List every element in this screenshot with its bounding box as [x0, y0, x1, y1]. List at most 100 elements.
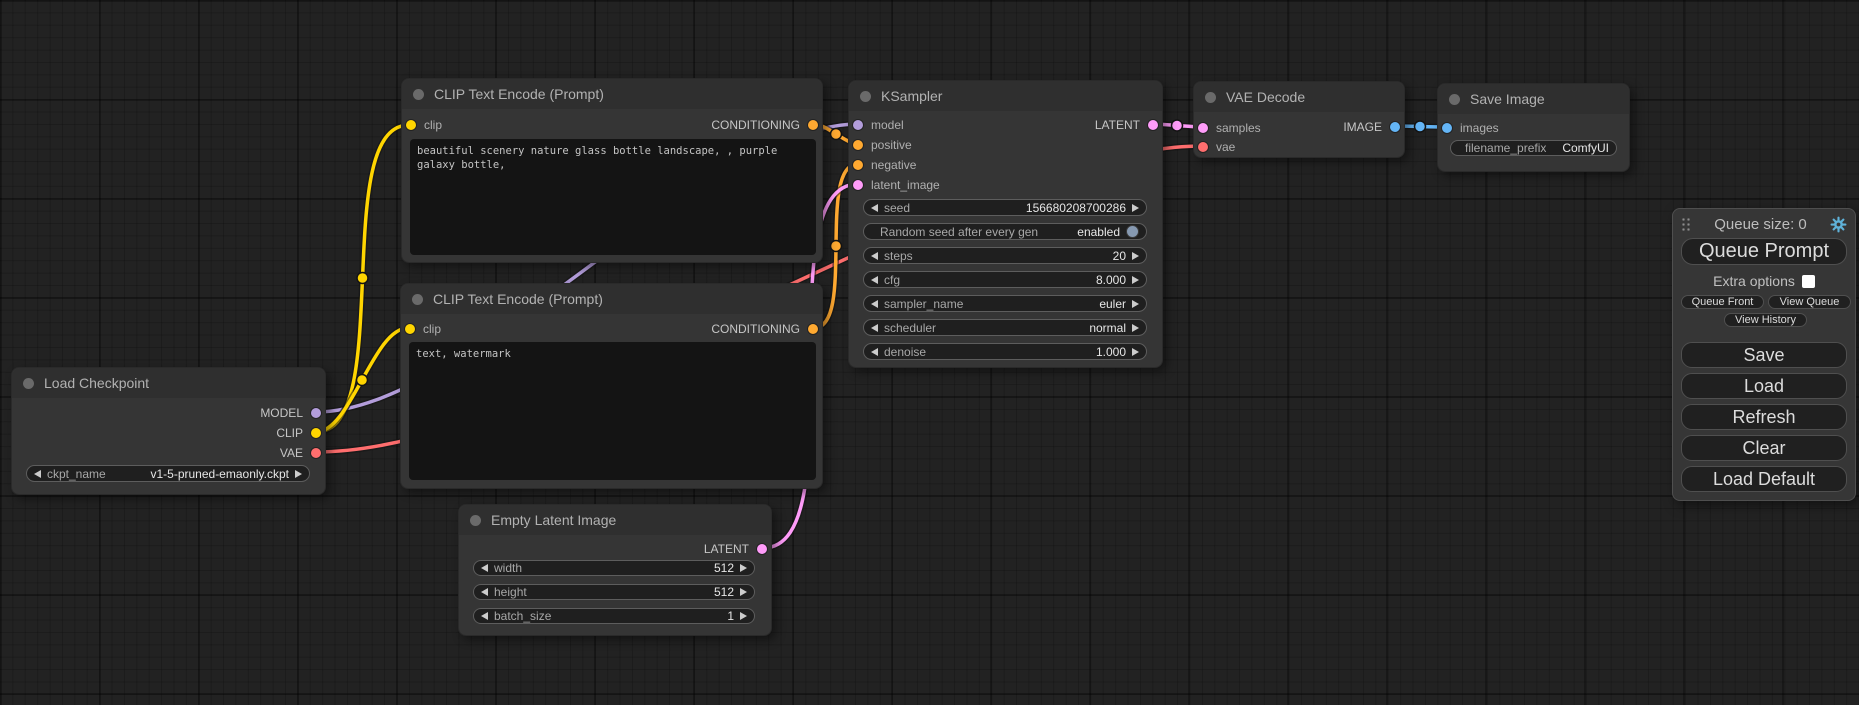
widget-steps[interactable]: steps 20: [863, 247, 1147, 264]
output-port-model[interactable]: [311, 408, 321, 418]
settings-gear-icon[interactable]: [1830, 216, 1847, 233]
node-title-bar[interactable]: KSampler: [849, 81, 1162, 111]
widget-label: batch_size: [494, 609, 551, 623]
node-title-bar[interactable]: Empty Latent Image: [459, 505, 771, 535]
output-port-vae[interactable]: [311, 448, 321, 458]
input-port-negative[interactable]: [853, 160, 863, 170]
node-title: Load Checkpoint: [44, 375, 149, 391]
drag-handle-icon[interactable]: [1681, 217, 1691, 232]
node-title-bar[interactable]: Load Checkpoint: [12, 368, 325, 398]
node-status-dot[interactable]: [1205, 92, 1216, 103]
widget-seed[interactable]: seed 156680208700286: [863, 199, 1147, 216]
widget-batch-size[interactable]: batch_size 1: [473, 608, 755, 624]
output-port-clip[interactable]: [311, 428, 321, 438]
increment-arrow-icon[interactable]: [1132, 204, 1139, 212]
decrement-arrow-icon[interactable]: [871, 204, 878, 212]
toggle-icon[interactable]: [1126, 225, 1139, 238]
node-status-dot[interactable]: [470, 515, 481, 526]
widget-width[interactable]: width 512: [473, 560, 755, 576]
node-clip-text-encode-positive[interactable]: CLIP Text Encode (Prompt) clip CONDITION…: [401, 78, 823, 263]
load-button[interactable]: Load: [1681, 373, 1847, 399]
link-midpoint-dot[interactable]: [831, 129, 842, 140]
output-label: CONDITIONING: [711, 118, 800, 132]
input-port-positive[interactable]: [853, 140, 863, 150]
widget-random-seed-toggle[interactable]: Random seed after every gen enabled: [863, 223, 1147, 240]
increment-arrow-icon[interactable]: [740, 588, 747, 596]
widget-height[interactable]: height 512: [473, 584, 755, 600]
output-port-latent[interactable]: [757, 544, 767, 554]
node-title-bar[interactable]: CLIP Text Encode (Prompt): [402, 79, 822, 109]
input-label: images: [1460, 121, 1499, 135]
decrement-arrow-icon[interactable]: [34, 470, 41, 478]
output-port-conditioning[interactable]: [808, 324, 818, 334]
decrement-arrow-icon[interactable]: [871, 252, 878, 260]
increment-arrow-icon[interactable]: [740, 564, 747, 572]
widget-value: 8.000: [1096, 273, 1126, 287]
link-midpoint-dot[interactable]: [831, 241, 842, 252]
decrement-arrow-icon[interactable]: [871, 276, 878, 284]
widget-value: 156680208700286: [1026, 201, 1126, 215]
node-title-bar[interactable]: VAE Decode: [1194, 82, 1404, 112]
increment-arrow-icon[interactable]: [1132, 276, 1139, 284]
view-queue-button[interactable]: View Queue: [1768, 295, 1851, 309]
node-empty-latent-image[interactable]: Empty Latent Image LATENT width 512 heig…: [458, 504, 772, 636]
decrement-arrow-icon[interactable]: [481, 612, 488, 620]
extra-options-checkbox[interactable]: [1802, 275, 1815, 288]
input-port-vae[interactable]: [1198, 142, 1208, 152]
output-port-conditioning[interactable]: [808, 120, 818, 130]
increment-arrow-icon[interactable]: [1132, 252, 1139, 260]
queue-prompt-button[interactable]: Queue Prompt: [1681, 238, 1847, 265]
node-graph-canvas[interactable]: Load Checkpoint MODEL CLIP VAE ckpt_name…: [0, 0, 1859, 705]
node-status-dot[interactable]: [413, 89, 424, 100]
node-title: CLIP Text Encode (Prompt): [433, 291, 603, 307]
increment-arrow-icon[interactable]: [1132, 324, 1139, 332]
node-title-bar[interactable]: CLIP Text Encode (Prompt): [401, 284, 822, 314]
widget-sampler-name[interactable]: sampler_name euler: [863, 295, 1147, 312]
decrement-arrow-icon[interactable]: [871, 348, 878, 356]
widget-label: filename_prefix: [1465, 141, 1546, 155]
widget-label: seed: [884, 201, 910, 215]
input-port-images[interactable]: [1442, 123, 1452, 133]
widget-scheduler[interactable]: scheduler normal: [863, 319, 1147, 336]
node-status-dot[interactable]: [412, 294, 423, 305]
increment-arrow-icon[interactable]: [1132, 300, 1139, 308]
node-status-dot[interactable]: [1449, 94, 1460, 105]
widget-value: enabled: [1077, 225, 1120, 239]
node-title: KSampler: [881, 88, 942, 104]
decrement-arrow-icon[interactable]: [481, 564, 488, 572]
queue-menu-panel[interactable]: Queue size: 0 Queue Prompt Extra options…: [1672, 208, 1856, 501]
save-button[interactable]: Save: [1681, 342, 1847, 368]
node-title-bar[interactable]: Save Image: [1438, 84, 1629, 114]
node-save-image[interactable]: Save Image images filename_prefix ComfyU…: [1437, 83, 1630, 172]
node-status-dot[interactable]: [23, 378, 34, 389]
prompt-text-input[interactable]: text, watermark: [409, 342, 816, 480]
link-midpoint-dot[interactable]: [1172, 120, 1183, 131]
queue-front-button[interactable]: Queue Front: [1681, 295, 1764, 309]
link-midpoint-dot[interactable]: [357, 273, 368, 284]
node-clip-text-encode-negative[interactable]: CLIP Text Encode (Prompt) clip CONDITION…: [400, 283, 823, 489]
output-port-latent[interactable]: [1148, 120, 1158, 130]
decrement-arrow-icon[interactable]: [871, 324, 878, 332]
clear-button[interactable]: Clear: [1681, 435, 1847, 461]
decrement-arrow-icon[interactable]: [871, 300, 878, 308]
widget-filename-prefix[interactable]: filename_prefix ComfyUI: [1450, 140, 1617, 156]
widget-ckpt-name[interactable]: ckpt_name v1-5-pruned-emaonly.ckpt: [26, 465, 310, 482]
prompt-text-input[interactable]: beautiful scenery nature glass bottle la…: [410, 139, 816, 255]
load-default-button[interactable]: Load Default: [1681, 466, 1847, 492]
node-load-checkpoint[interactable]: Load Checkpoint MODEL CLIP VAE ckpt_name…: [11, 367, 326, 495]
node-vae-decode[interactable]: VAE Decode samples vae IMAGE: [1193, 81, 1405, 158]
output-port-image[interactable]: [1390, 122, 1400, 132]
link-midpoint-dot[interactable]: [357, 375, 368, 386]
view-history-button[interactable]: View History: [1724, 313, 1807, 327]
decrement-arrow-icon[interactable]: [481, 588, 488, 596]
widget-denoise[interactable]: denoise 1.000: [863, 343, 1147, 360]
increment-arrow-icon[interactable]: [740, 612, 747, 620]
refresh-button[interactable]: Refresh: [1681, 404, 1847, 430]
widget-cfg[interactable]: cfg 8.000: [863, 271, 1147, 288]
increment-arrow-icon[interactable]: [1132, 348, 1139, 356]
input-port-latent-image[interactable]: [853, 180, 863, 190]
node-ksampler[interactable]: KSampler model positive negative latent_…: [848, 80, 1163, 368]
increment-arrow-icon[interactable]: [295, 470, 302, 478]
link-midpoint-dot[interactable]: [1415, 121, 1426, 132]
node-status-dot[interactable]: [860, 91, 871, 102]
